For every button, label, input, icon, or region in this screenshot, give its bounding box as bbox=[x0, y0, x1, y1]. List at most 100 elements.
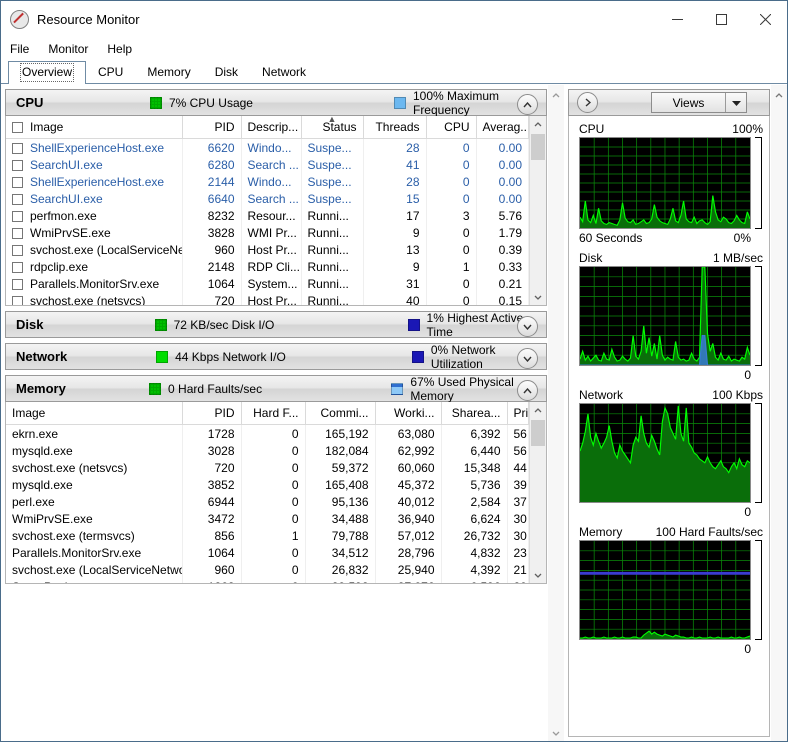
table-row[interactable]: rdpclip.exe 2148 RDP Cli... Runni... 9 1 0.33 bbox=[6, 258, 529, 275]
memory-hard-faults-label: 0 Hard Faults/sec bbox=[168, 381, 263, 396]
table-row[interactable]: SonarPush.exe1268029,59227,0766,59620,48… bbox=[6, 578, 529, 583]
memory-panel-header[interactable]: Memory 0 Hard Faults/sec 67% Used Physic… bbox=[5, 375, 547, 403]
network-graph: Network 100 Kbps 0 bbox=[579, 386, 763, 520]
tab-strip: Overview CPU Memory Disk Network bbox=[1, 61, 787, 84]
table-row[interactable]: svchost.exe (LocalServiceNet... 960 Host P… bbox=[6, 241, 529, 258]
row-checkbox[interactable] bbox=[12, 176, 23, 188]
expand-graphs-button[interactable] bbox=[577, 92, 598, 113]
cpu-col-threads[interactable]: Threads bbox=[363, 116, 427, 139]
network-graph-plot bbox=[579, 403, 751, 503]
table-row[interactable]: mysqld.exe30280182,08462,9926,44056,552 bbox=[6, 442, 529, 459]
tab-network[interactable]: Network bbox=[250, 61, 318, 83]
tab-memory[interactable]: Memory bbox=[135, 61, 202, 83]
table-row[interactable]: svchost.exe (netsvcs) 720 0 59,372 60,060 15,… bbox=[6, 459, 529, 476]
row-checkbox[interactable] bbox=[12, 142, 23, 154]
cpu-scroll-down-icon[interactable] bbox=[534, 289, 542, 305]
cpu-collapse-button[interactable] bbox=[517, 94, 538, 115]
menu-monitor[interactable]: Monitor bbox=[48, 40, 98, 58]
memory-scroll-thumb[interactable] bbox=[531, 420, 545, 446]
row-checkbox[interactable] bbox=[12, 295, 23, 305]
graphs-pane-scrollbar[interactable] bbox=[770, 85, 787, 741]
table-row[interactable]: mysqld.exe38520165,40845,3725,73639,636 bbox=[6, 476, 529, 493]
left-pane-scroll-down-icon[interactable] bbox=[552, 725, 560, 739]
cpu-scroll-track[interactable] bbox=[530, 132, 546, 289]
table-row[interactable]: WmiPrvSE.exe 3828 WMI Pr... Runni... 9 0 1.79 bbox=[6, 224, 529, 241]
network-graph-title: Network bbox=[579, 387, 624, 402]
menu-help[interactable]: Help bbox=[107, 40, 142, 58]
memory-scroll-down-icon[interactable] bbox=[534, 567, 542, 583]
row-checkbox[interactable] bbox=[12, 227, 23, 239]
content-area: CPU 7% CPU Usage 100% Maximum Frequency bbox=[1, 84, 787, 741]
tab-cpu[interactable]: CPU bbox=[86, 61, 135, 83]
table-row[interactable]: ShellExperienceHost.exe 2144 Windo... Suspe… bbox=[6, 173, 529, 190]
views-button[interactable]: Views bbox=[651, 92, 747, 113]
select-all-checkbox[interactable] bbox=[12, 122, 23, 133]
memory-table-columns: Image PID Hard F... Commi... Worki... Sh… bbox=[6, 402, 529, 583]
network-panel: Network 44 Kbps Network I/O 0% Network U… bbox=[5, 343, 547, 371]
cpu-col-pid[interactable]: PID bbox=[182, 116, 242, 139]
cpu-panel-title: CPU bbox=[16, 95, 44, 110]
memory-scroll-track[interactable] bbox=[530, 418, 546, 567]
disk-panel-title: Disk bbox=[16, 317, 44, 332]
row-checkbox[interactable] bbox=[12, 278, 23, 290]
table-row[interactable]: ekrn.exe17280165,19263,0806,39256,688 bbox=[6, 424, 529, 442]
table-row[interactable]: SearchUI.exe 6280 Search ... Suspe... 41 0 0.0… bbox=[6, 156, 529, 173]
mem-col-hard-faults[interactable]: Hard F... bbox=[241, 402, 306, 425]
table-row[interactable]: Parallels.MonitorSrv.exe 1064 0 34,512 28,79… bbox=[6, 544, 529, 561]
table-row[interactable]: ShellExperienceHost.exe 6620 Windo... Suspe… bbox=[6, 138, 529, 156]
table-row[interactable]: Parallels.MonitorSrv.exe 1064 System... Run… bbox=[6, 275, 529, 292]
cpu-scroll-up-icon[interactable] bbox=[534, 116, 542, 132]
cpu-col-image[interactable]: Image bbox=[6, 116, 183, 139]
memory-table: Image PID Hard F... Commi... Worki... Sh… bbox=[5, 402, 547, 584]
table-row[interactable]: perl.exe6944095,13640,0122,58437,428 bbox=[6, 493, 529, 510]
maximize-button[interactable] bbox=[699, 1, 743, 37]
left-pane-scroll-up-icon[interactable] bbox=[552, 87, 560, 101]
memory-table-scrollbar[interactable] bbox=[529, 402, 546, 583]
row-checkbox[interactable] bbox=[12, 244, 23, 256]
table-row[interactable]: SearchUI.exe 6640 Search ... Suspe... 15 0 0.0… bbox=[6, 190, 529, 207]
row-checkbox[interactable] bbox=[12, 159, 23, 171]
cpu-col-description[interactable]: Descrip... bbox=[241, 116, 302, 139]
cpu-col-average[interactable]: Averag... bbox=[476, 116, 529, 139]
network-graph-min-label: 0 bbox=[744, 504, 751, 519]
table-row[interactable]: svchost.exe (LocalServiceNetwo... 960 0 26,… bbox=[6, 561, 529, 578]
cpu-scroll-thumb[interactable] bbox=[531, 134, 545, 160]
row-checkbox[interactable] bbox=[12, 210, 23, 222]
table-row[interactable]: svchost.exe (termsvcs) 856 1 79,788 57,012 26… bbox=[6, 527, 529, 544]
tab-overview[interactable]: Overview bbox=[8, 61, 87, 84]
mem-col-pid[interactable]: PID bbox=[182, 402, 242, 425]
left-pane-scrollbar[interactable] bbox=[547, 85, 564, 741]
cpu-col-status[interactable]: ▲ Status bbox=[301, 116, 364, 139]
memory-collapse-button[interactable] bbox=[517, 380, 538, 401]
mem-col-working-set[interactable]: Worki... bbox=[375, 402, 442, 425]
disk-io-swatch-icon bbox=[154, 318, 167, 331]
menu-file[interactable]: File bbox=[10, 40, 39, 58]
disk-expand-button[interactable] bbox=[517, 316, 538, 337]
cpu-table-scrollbar[interactable] bbox=[529, 116, 546, 305]
disk-panel-header[interactable]: Disk 72 KB/sec Disk I/O 1% Highest Activ… bbox=[5, 311, 547, 339]
network-panel-header[interactable]: Network 44 Kbps Network I/O 0% Network U… bbox=[5, 343, 547, 371]
close-button[interactable] bbox=[743, 1, 787, 37]
mem-col-image[interactable]: Image bbox=[6, 402, 183, 425]
network-graph-footer: 0 bbox=[579, 503, 763, 520]
minimize-button[interactable] bbox=[655, 1, 699, 37]
table-row[interactable]: svchost.exe (netsvcs) 720 Host Pr... Runni.… bbox=[6, 292, 529, 305]
table-row[interactable]: WmiPrvSE.exe3472034,48836,9406,62430,316 bbox=[6, 510, 529, 527]
row-checkbox[interactable] bbox=[12, 193, 23, 205]
tab-disk[interactable]: Disk bbox=[203, 61, 250, 83]
cpu-col-cpu[interactable]: CPU bbox=[426, 116, 477, 139]
mem-col-shareable[interactable]: Sharea... bbox=[441, 402, 508, 425]
disk-graph-body bbox=[579, 266, 763, 366]
graphs-scroll-up-icon[interactable] bbox=[775, 87, 783, 101]
views-dropdown-arrow-icon[interactable] bbox=[725, 93, 746, 112]
mem-col-commit[interactable]: Commi... bbox=[305, 402, 376, 425]
memory-scroll-up-icon[interactable] bbox=[534, 402, 542, 418]
mem-col-private[interactable]: Private ... bbox=[507, 402, 529, 425]
row-checkbox[interactable] bbox=[12, 261, 23, 273]
cpu-panel-header[interactable]: CPU 7% CPU Usage 100% Maximum Frequency bbox=[5, 89, 547, 117]
memory-graph-title: Memory bbox=[579, 524, 623, 539]
cpu-row-image: ShellExperienceHost.exe bbox=[6, 138, 183, 156]
disk-graph-plot bbox=[579, 266, 751, 366]
table-row[interactable]: perfmon.exe 8232 Resour... Runni... 17 3 5.76 bbox=[6, 207, 529, 224]
network-expand-button[interactable] bbox=[517, 348, 538, 369]
